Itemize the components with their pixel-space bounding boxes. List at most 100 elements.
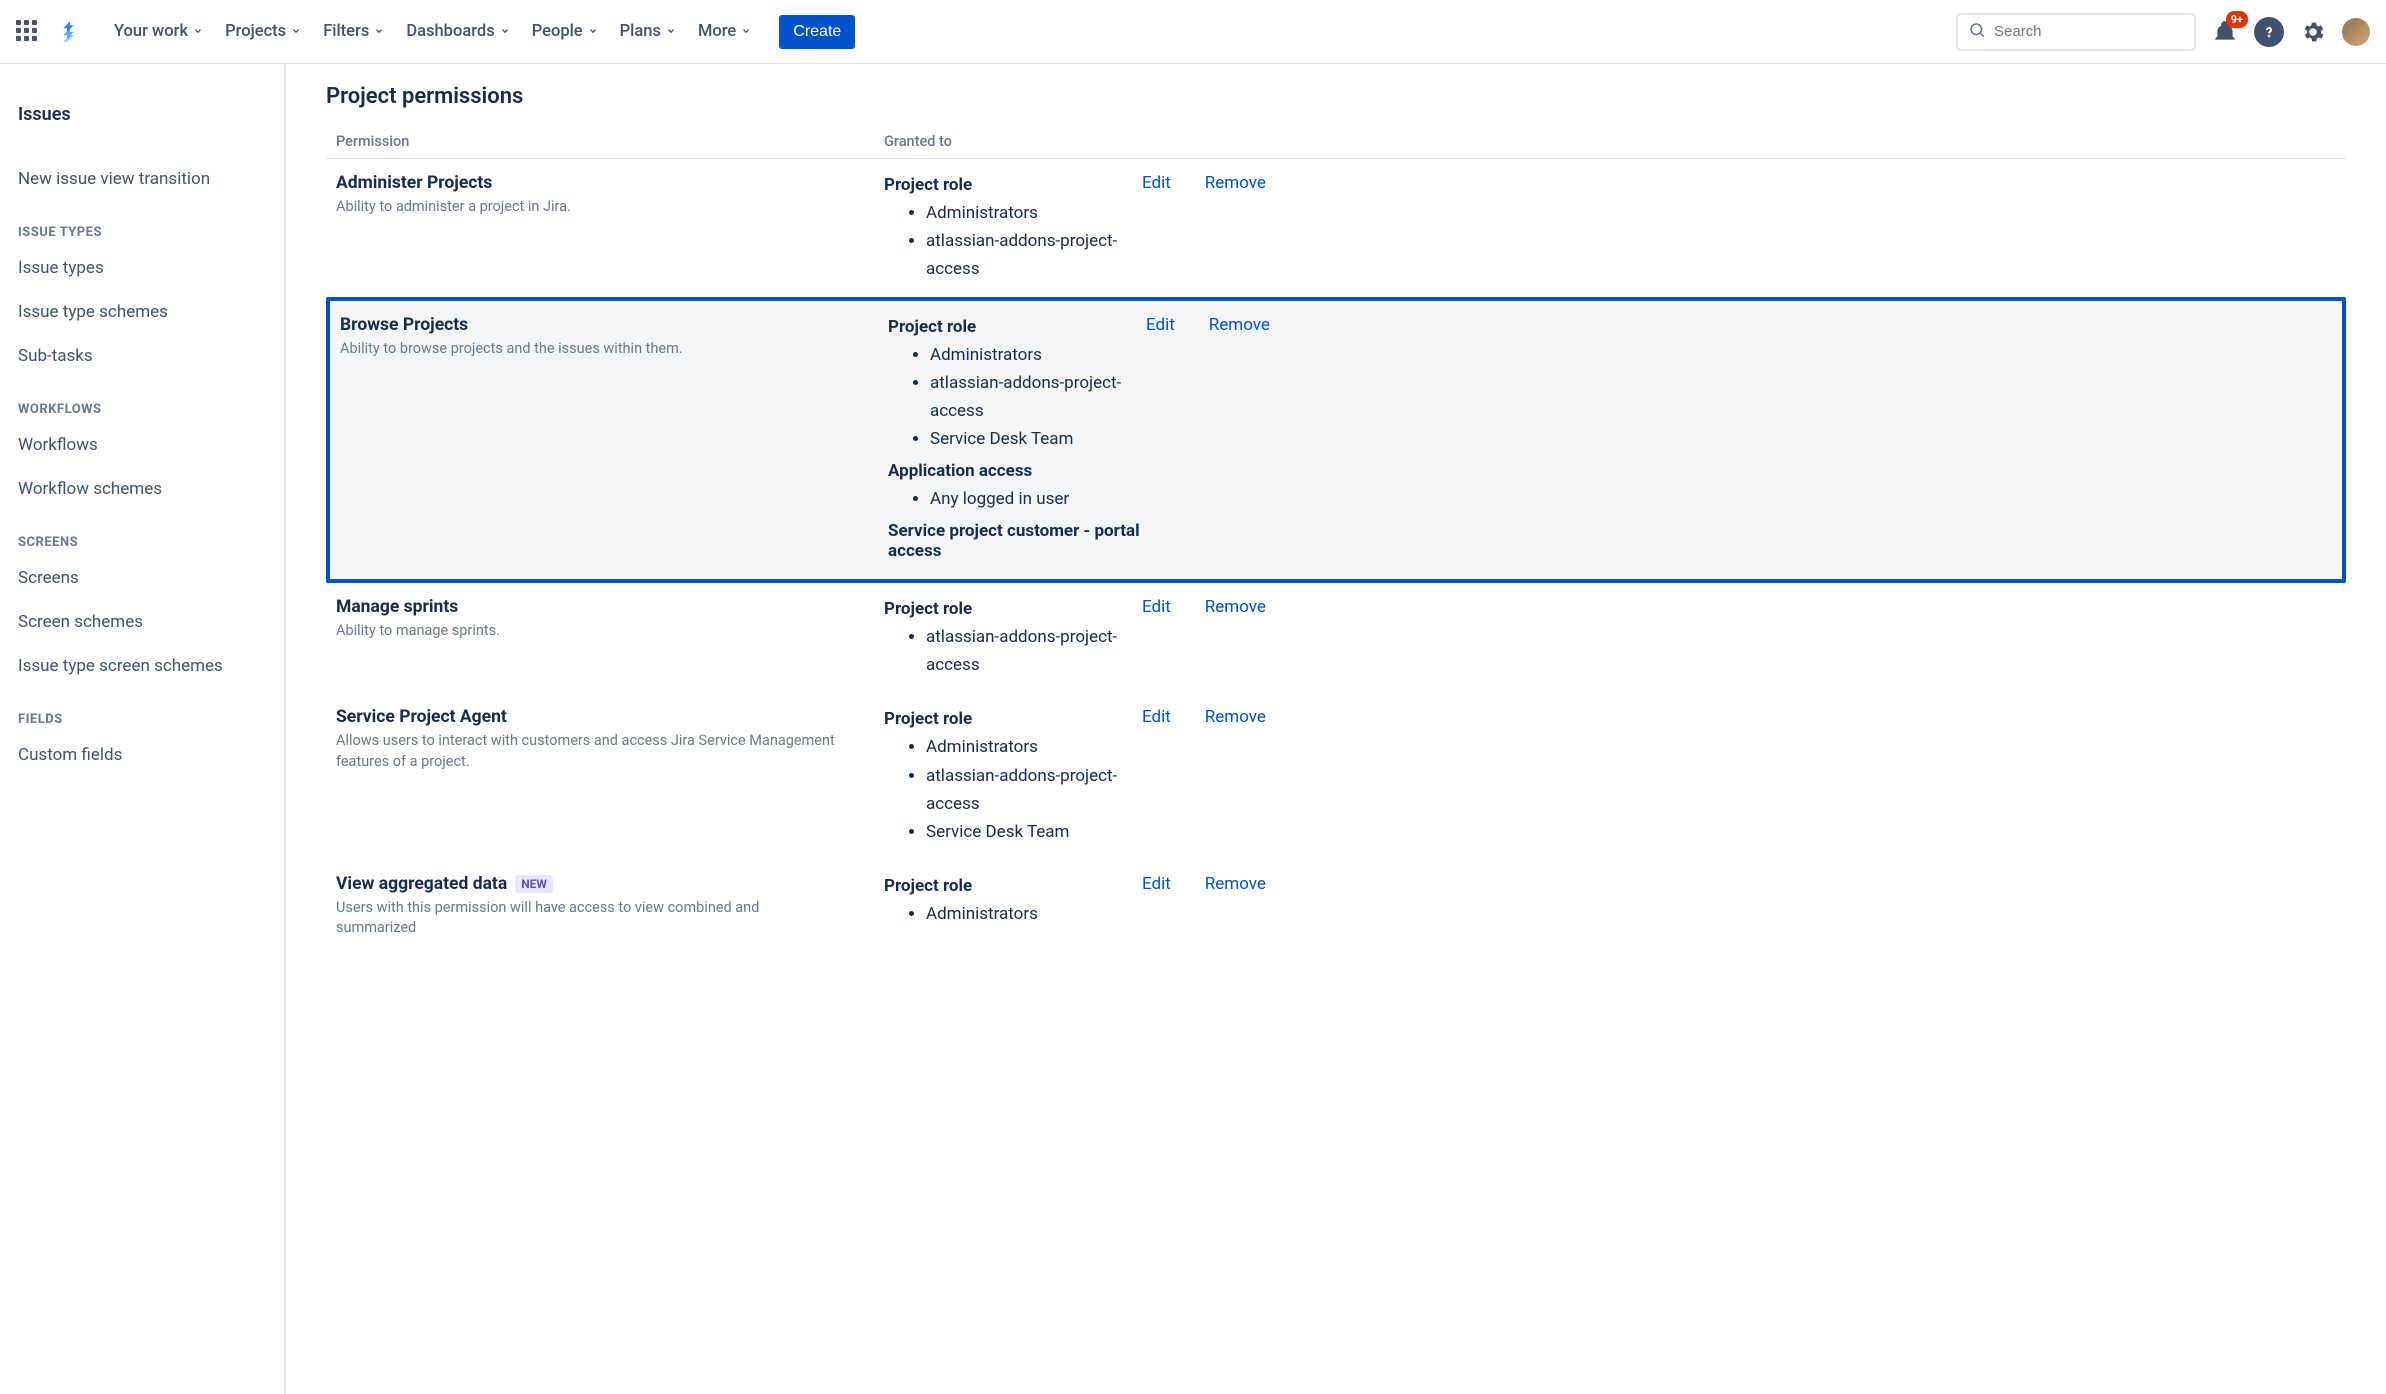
grant-list: Administratorsatlassian-addons-project-a…	[930, 341, 1146, 453]
grant-list: Any logged in user	[930, 485, 1146, 513]
sidebar-transition[interactable]: New issue view transition	[18, 159, 266, 199]
grant-item: atlassian-addons-project-access	[926, 762, 1142, 818]
search-box[interactable]	[1956, 13, 2196, 51]
grant-item: Any logged in user	[930, 485, 1146, 513]
sidebar-item-workflows[interactable]: Workflows	[18, 425, 266, 465]
permissions-table: Permission Granted to Administer Project…	[326, 125, 2346, 952]
sidebar-heading: SCREENS	[18, 535, 266, 550]
grant-item: atlassian-addons-project-access	[926, 623, 1142, 679]
sidebar: Issues New issue view transition ISSUE T…	[0, 64, 286, 1394]
permission-name: Browse Projects	[340, 315, 888, 335]
nav-label: Your work	[114, 22, 188, 41]
permission-row: Administer ProjectsAbility to administer…	[326, 159, 2346, 297]
sidebar-item-screen-schemes[interactable]: Screen schemes	[18, 602, 266, 642]
edit-link[interactable]: Edit	[1142, 874, 1171, 939]
nav-label: Dashboards	[406, 22, 494, 41]
grant-heading: Project role	[884, 599, 1142, 619]
nav-items: Your work Projects Filters Dashboards People…	[104, 16, 761, 47]
remove-link[interactable]: Remove	[1205, 707, 1266, 845]
nav-plans[interactable]: Plans	[610, 16, 686, 47]
permission-row: Manage sprintsAbility to manage sprints.…	[326, 583, 2346, 693]
grant-item: atlassian-addons-project-access	[930, 369, 1146, 425]
sidebar-heading: ISSUE TYPES	[18, 225, 266, 240]
nav-label: Projects	[225, 22, 286, 41]
remove-link[interactable]: Remove	[1205, 874, 1266, 939]
permission-name: View aggregated dataNEW	[336, 874, 884, 894]
sidebar-item-issue-type-schemes[interactable]: Issue type schemes	[18, 292, 266, 332]
nav-people[interactable]: People	[522, 16, 608, 47]
sidebar-issues[interactable]: Issues	[18, 94, 266, 135]
jira-logo[interactable]	[56, 18, 84, 46]
grant-item: atlassian-addons-project-access	[926, 227, 1142, 283]
new-badge: NEW	[515, 875, 553, 893]
grant-item: Administrators	[926, 733, 1142, 761]
grant-heading: Application access	[888, 461, 1146, 481]
grant-item: Administrators	[930, 341, 1146, 369]
grant-list: Administratorsatlassian-addons-project-a…	[926, 733, 1142, 845]
grant-heading: Project role	[888, 317, 1146, 337]
permission-row: Service Project Agent Allows users to int…	[326, 693, 2346, 859]
table-header: Permission Granted to	[326, 125, 2346, 159]
chevron-down-icon	[193, 22, 203, 41]
search-input[interactable]	[1994, 23, 2184, 40]
grant-list: Administrators	[926, 900, 1142, 928]
nav-more[interactable]: More	[688, 16, 761, 47]
permission-desc: Users with this permission will have acc…	[336, 898, 836, 939]
chevron-down-icon	[291, 22, 301, 41]
chevron-down-icon	[500, 22, 510, 41]
sidebar-item-issue-type-screen-schemes[interactable]: Issue type screen schemes	[18, 646, 266, 686]
sidebar-item-custom-fields[interactable]: Custom fields	[18, 735, 266, 775]
notifications-icon[interactable]: 9+	[2210, 17, 2240, 47]
grant-item: Administrators	[926, 900, 1142, 928]
nav-label: Plans	[620, 22, 661, 41]
chevron-down-icon	[666, 22, 676, 41]
permission-name: Service Project Agent	[336, 707, 884, 727]
grant-list: Administratorsatlassian-addons-project-a…	[926, 199, 1142, 283]
nav-filters[interactable]: Filters	[313, 16, 394, 47]
help-icon[interactable]	[2254, 17, 2284, 47]
grant-item: Administrators	[926, 199, 1142, 227]
nav-dashboards[interactable]: Dashboards	[396, 16, 519, 47]
chevron-down-icon	[374, 22, 384, 41]
permission-row: Browse Projects Ability to browse project…	[326, 297, 2346, 583]
permission-name: Administer Projects	[336, 173, 884, 193]
permission-desc: Ability to browse projects and the issue…	[340, 339, 840, 359]
col-granted-header: Granted to	[884, 133, 1142, 150]
search-icon	[1968, 21, 1986, 43]
chevron-down-icon	[588, 22, 598, 41]
nav-your-work[interactable]: Your work	[104, 16, 213, 47]
grant-heading: Project role	[884, 175, 1142, 195]
sidebar-item-issue-types[interactable]: Issue types	[18, 248, 266, 288]
user-avatar[interactable]	[2342, 18, 2370, 46]
top-nav: Your work Projects Filters Dashboards People…	[0, 0, 2386, 64]
sidebar-heading: WORKFLOWS	[18, 402, 266, 417]
nav-label: More	[698, 22, 736, 41]
grant-item: Service Desk Team	[926, 818, 1142, 846]
nav-projects[interactable]: Projects	[215, 16, 311, 47]
remove-link[interactable]: Remove	[1205, 173, 1266, 283]
edit-link[interactable]: Edit	[1142, 597, 1171, 679]
page-title: Project permissions	[326, 84, 2346, 109]
sidebar-item-workflow-schemes[interactable]: Workflow schemes	[18, 469, 266, 509]
edit-link[interactable]: Edit	[1142, 707, 1171, 845]
permission-desc: Allows users to interact with customers …	[336, 731, 836, 772]
permission-desc: Ability to manage sprints.	[336, 621, 836, 641]
remove-link[interactable]: Remove	[1205, 597, 1266, 679]
app-switcher-icon[interactable]	[16, 20, 40, 44]
nav-label: People	[532, 22, 583, 41]
grant-item: Service Desk Team	[930, 425, 1146, 453]
nav-label: Filters	[323, 22, 369, 41]
permission-row: View aggregated dataNEW Users with this p…	[326, 860, 2346, 953]
grant-heading: Service project customer - portal access	[888, 521, 1146, 561]
notification-badge: 9+	[2226, 11, 2248, 28]
remove-link[interactable]: Remove	[1209, 315, 1270, 565]
create-button[interactable]: Create	[779, 15, 855, 49]
col-permission-header: Permission	[336, 133, 884, 150]
edit-link[interactable]: Edit	[1146, 315, 1175, 565]
chevron-down-icon	[741, 22, 751, 41]
sidebar-item-screens[interactable]: Screens	[18, 558, 266, 598]
sidebar-item-sub-tasks[interactable]: Sub-tasks	[18, 336, 266, 376]
settings-icon[interactable]	[2298, 17, 2328, 47]
sidebar-heading: FIELDS	[18, 712, 266, 727]
edit-link[interactable]: Edit	[1142, 173, 1171, 283]
